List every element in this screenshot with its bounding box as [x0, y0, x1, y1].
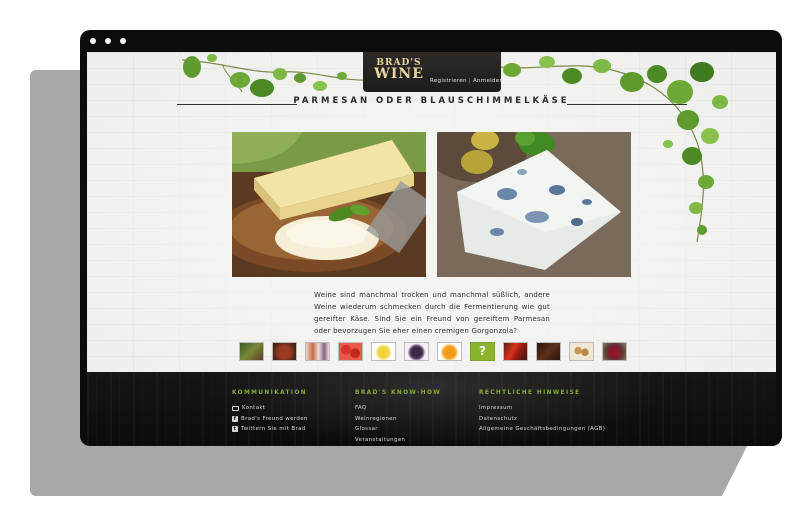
gorgonzola-photo[interactable]	[437, 132, 631, 277]
login-link[interactable]: Anmelden	[473, 78, 503, 84]
footer-link-weinregionen[interactable]: Weinregionen	[355, 414, 441, 425]
site-footer: KOMMUNIKATION Kontakt f Brad's Freund we…	[87, 372, 776, 446]
berries-thumbnail[interactable]	[338, 342, 363, 361]
footer-link-veranstaltungen[interactable]: Veranstaltungen	[355, 435, 441, 446]
meat-thumbnail[interactable]	[272, 342, 297, 361]
window-dot-minimize[interactable]	[105, 38, 111, 44]
auth-links: Registrieren | Anmelden	[430, 78, 503, 84]
people-thumbnail[interactable]	[305, 342, 330, 361]
footer-link-agb[interactable]: Allgemeine Geschäftsbedingungen (AGB)	[479, 424, 605, 435]
browser-window: BRAD'S WINE Registrieren | Anmelden PARMES…	[80, 30, 782, 446]
footer-heading-knowhow: BRAD'S KNOW-HOW	[355, 390, 442, 396]
web-page: BRAD'S WINE Registrieren | Anmelden PARMES…	[87, 52, 776, 446]
herb-thumbnail[interactable]	[239, 342, 264, 361]
window-dot-close[interactable]	[90, 38, 96, 44]
chili-thumbnail[interactable]	[503, 342, 528, 361]
brand-logo[interactable]: BRAD'S WINE	[369, 58, 429, 82]
food-thumbnail-strip: ?	[239, 342, 627, 361]
footer-link-impressum[interactable]: Impressum	[479, 403, 605, 414]
cherry-thumbnail[interactable]	[602, 342, 627, 361]
footer-link-datenschutz[interactable]: Datenschutz	[479, 414, 605, 425]
parmesan-photo[interactable]	[232, 132, 426, 277]
title-rule-right	[567, 104, 687, 105]
footer-column-knowhow: BRAD'S KNOW-HOW FAQ Weinregionen Glossar…	[355, 390, 441, 445]
footer-heading-rechtliches: RECHTLICHE HINWEISE	[479, 390, 581, 396]
footer-heading-kommunikation: KOMMUNIKATION	[232, 390, 308, 396]
register-link[interactable]: Registrieren	[430, 78, 467, 84]
window-dot-maximize[interactable]	[120, 38, 126, 44]
plum-thumbnail[interactable]	[404, 342, 429, 361]
description-text: Weine sind manchmal trocken und manchmal…	[314, 291, 550, 335]
question-thumbnail[interactable]: ?	[470, 342, 495, 361]
brand-logo-line2: WINE	[374, 66, 424, 82]
lemon-thumbnail[interactable]	[371, 342, 396, 361]
twitter-icon: t	[232, 426, 238, 433]
facebook-icon: f	[232, 415, 238, 422]
footer-link-freund[interactable]: f Brad's Freund werden	[232, 414, 308, 425]
footer-link-glossar[interactable]: Glossar	[355, 424, 441, 435]
footer-link-faq[interactable]: FAQ	[355, 403, 441, 414]
nuts-thumbnail[interactable]	[569, 342, 594, 361]
orange-thumbnail[interactable]	[437, 342, 462, 361]
window-controls	[90, 38, 126, 44]
footer-link-twitter[interactable]: t Twittern Sie mit Brad	[232, 424, 308, 435]
footer-link-kontakt[interactable]: Kontakt	[232, 403, 308, 414]
footer-column-kommunikation: KOMMUNIKATION Kontakt f Brad's Freund we…	[232, 390, 308, 435]
mail-icon	[232, 405, 239, 411]
auth-separator: |	[468, 78, 471, 84]
footer-column-rechtliches: RECHTLICHE HINWEISE Impressum Datenschut…	[479, 390, 605, 435]
chocolate-thumbnail[interactable]	[536, 342, 561, 361]
